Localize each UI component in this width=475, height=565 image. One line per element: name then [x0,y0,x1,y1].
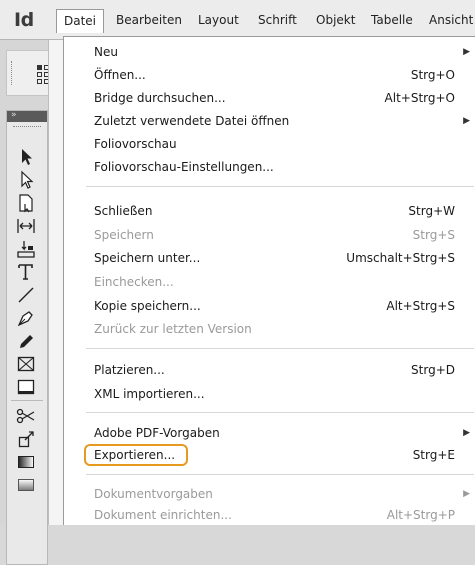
page-tool-icon[interactable] [15,192,37,214]
menu-objekt[interactable]: Objekt [309,9,362,33]
menu-separator [86,186,474,187]
menu-separator [86,412,474,413]
rectangle-frame-tool-icon[interactable] [15,353,37,375]
menu-item-neu[interactable]: Neu ▶ [64,41,475,64]
menu-item-dokument-einrichten: Dokument einrichten... Alt+Strg+P [94,508,455,522]
menu-schrift[interactable]: Schrift [251,9,304,33]
content-collector-icon[interactable] [15,238,37,260]
type-tool-icon[interactable] [15,261,37,283]
menu-item-platzieren[interactable]: Platzieren... Strg+D [64,359,475,382]
pen-tool-icon[interactable] [15,307,37,329]
submenu-arrow-icon: ▶ [463,428,470,438]
line-tool-icon[interactable] [15,284,37,306]
menu-separator [86,348,474,349]
datei-dropdown-menu: Neu ▶ Öffnen... Strg+O Bridge durchsuche… [63,36,475,525]
gradient-feather-tool-icon[interactable] [15,474,37,496]
menu-item-kopie-speichern[interactable]: Kopie speichern... Alt+Strg+S [64,295,475,318]
menu-bearbeiten[interactable]: Bearbeiten [109,9,189,33]
submenu-arrow-icon: ▶ [463,489,470,499]
menu-item-foliovorschau-einstellungen[interactable]: Foliovorschau-Einstellungen... [64,156,475,179]
scissors-tool-icon[interactable] [15,405,37,427]
menu-item-adobe-pdf-vorgaben[interactable]: Adobe PDF-Vorgaben ▶ [64,422,475,445]
menu-item-foliovorschau[interactable]: Foliovorschau [64,133,475,156]
selection-tool-icon[interactable] [15,146,37,168]
menu-item-zuletzt-verwendet[interactable]: Zuletzt verwendete Datei öffnen ▶ [64,110,475,133]
pencil-tool-icon[interactable] [15,330,37,352]
rectangle-tool-icon[interactable] [15,376,37,398]
indesign-logo: Id [14,9,34,31]
menu-item-dokumentvorgaben: Dokumentvorgaben ▶ [64,483,475,506]
menubar: Id Datei Bearbeiten Layout Schrift Objek… [0,0,475,40]
panel-grip[interactable] [13,126,41,129]
menu-item-bridge-durchsuchen[interactable]: Bridge durchsuchen... Alt+Strg+O [64,87,475,110]
tools-panel: » [6,110,48,565]
direct-selection-tool-icon[interactable] [15,169,37,191]
menu-item-speichern: Speichern Strg+S [94,228,455,242]
menu-ansicht[interactable]: Ansicht [422,9,475,33]
menu-separator [86,474,474,475]
menu-tabelle[interactable]: Tabelle [364,9,420,33]
menu-item-exportieren[interactable]: Exportieren... Strg+E [64,444,475,467]
menu-item-xml-importieren[interactable]: XML importieren... [64,383,475,406]
menu-item-speichern-unter[interactable]: Speichern unter... Umschalt+Strg+S [64,247,475,270]
menu-item-zurueck-zur-letzten-version: Zurück zur letzten Version [94,322,252,336]
menu-item-oeffnen[interactable]: Öffnen... Strg+O [64,64,475,87]
menu-item-schliessen[interactable]: Schließen Strg+W [64,200,475,223]
menu-item-einchecken: Einchecken... [94,275,174,289]
free-transform-tool-icon[interactable] [15,428,37,450]
panel-grip[interactable] [11,61,14,85]
tools-panel-header[interactable]: » [7,109,47,122]
menu-layout[interactable]: Layout [191,9,246,33]
submenu-arrow-icon: ▶ [463,116,470,126]
collapse-icon[interactable]: » [11,109,16,122]
submenu-arrow-icon: ▶ [463,47,470,57]
menu-datei[interactable]: Datei [56,9,105,33]
gradient-swatch-tool-icon[interactable] [15,451,37,473]
tools-divider [11,400,43,401]
gap-tool-icon[interactable] [15,215,37,237]
